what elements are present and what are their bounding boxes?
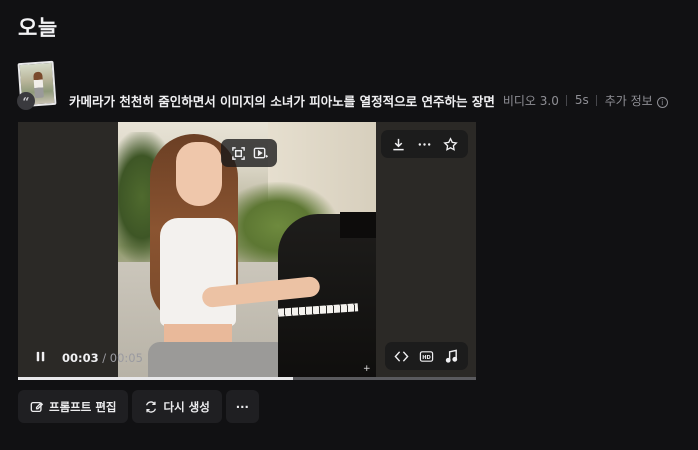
- action-bar: 프롬프트 편집 다시 생성 ···: [18, 390, 259, 423]
- extend-icon[interactable]: [394, 348, 410, 364]
- divider: [595, 94, 597, 106]
- edit-prompt-label: 프롬프트 편집: [49, 399, 117, 414]
- watermark-plus-icon: +: [363, 364, 371, 374]
- duration-label: 5s: [574, 93, 589, 107]
- pause-icon[interactable]: [32, 348, 48, 364]
- prompt-text: 카메라가 천천히 줌인하면서 이미지의 소녀가 피아노를 열정적으로 연주하는 …: [69, 93, 495, 109]
- total-time: / 00:05: [98, 351, 143, 365]
- add-audio-icon[interactable]: [444, 348, 460, 364]
- progress-bar[interactable]: [18, 377, 476, 380]
- task-meta-row: 카메라가 천천히 줌인하면서 이미지의 소녀가 피아노를 열정적으로 연주하는 …: [69, 91, 668, 109]
- refresh-icon: [146, 400, 157, 413]
- svg-text:HD: HD: [422, 354, 431, 360]
- video-extend-icon[interactable]: [252, 145, 268, 161]
- more-actions-button[interactable]: ···: [225, 390, 259, 423]
- video-bottom-toolbar: HD: [385, 342, 468, 370]
- info-icon: i: [656, 96, 668, 108]
- edit-prompt-button[interactable]: 프롬프트 편집: [18, 390, 129, 423]
- model-label: 비디오 3.0: [502, 93, 559, 108]
- quote-icon: “: [17, 92, 35, 110]
- more-actions-label: ···: [235, 399, 249, 414]
- more-info-link[interactable]: 추가 정보 i: [605, 92, 668, 109]
- divider: [565, 94, 567, 106]
- video-player[interactable]: HD 00:03 / 00:05 +: [18, 122, 476, 380]
- playback-time: 00:03 / 00:05: [62, 351, 143, 365]
- more-options-icon[interactable]: [416, 136, 432, 152]
- progress-fill: [18, 377, 293, 380]
- video-top-toolbar: [381, 130, 468, 158]
- more-info-label: 추가 정보: [604, 93, 653, 108]
- favorite-star-icon[interactable]: [443, 136, 459, 152]
- hd-upscale-icon[interactable]: HD: [419, 348, 435, 364]
- regenerate-button[interactable]: 다시 생성: [132, 390, 222, 423]
- reference-image-thumbnail[interactable]: “: [17, 60, 57, 110]
- section-title: 오늘: [18, 16, 58, 40]
- crop-resize-icon[interactable]: [230, 145, 246, 161]
- current-time: 00:03: [62, 351, 99, 365]
- edit-icon: [30, 401, 44, 412]
- download-icon[interactable]: [390, 136, 406, 152]
- regenerate-label: 다시 생성: [163, 399, 210, 414]
- video-edit-toolbar: [221, 139, 277, 167]
